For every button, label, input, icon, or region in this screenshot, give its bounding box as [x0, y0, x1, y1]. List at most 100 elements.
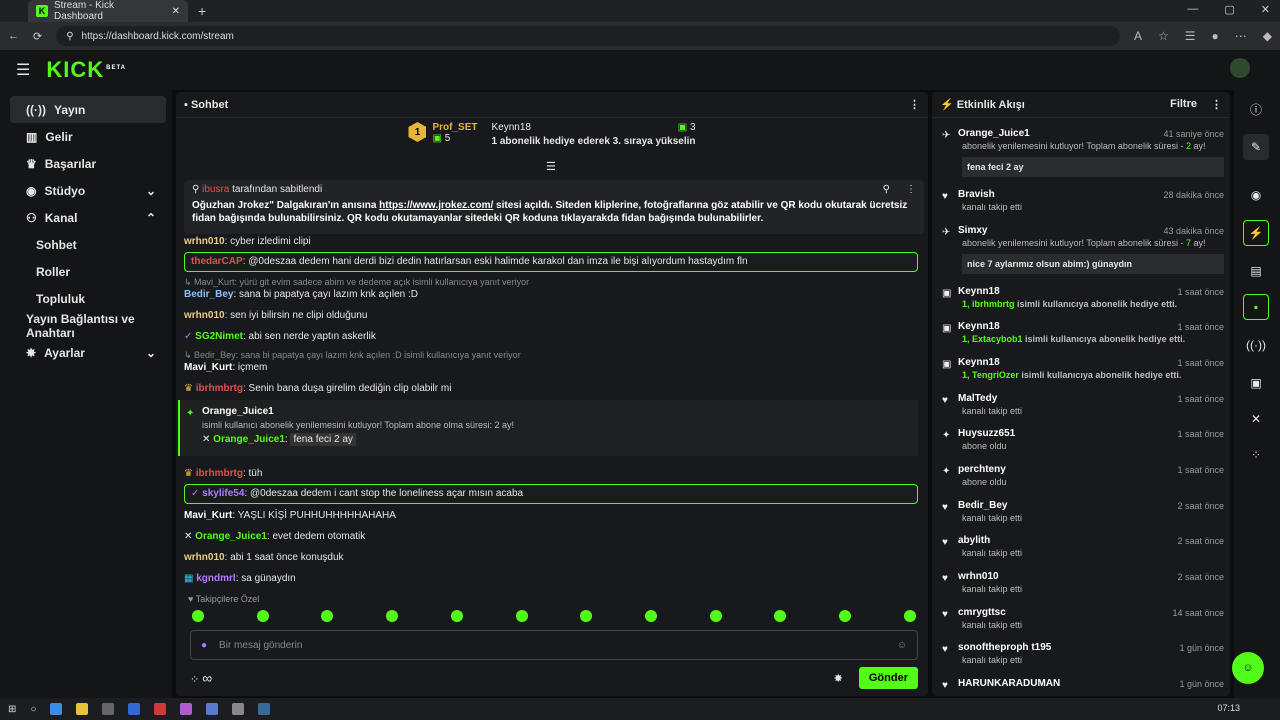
reload-icon[interactable]: ⟳: [33, 30, 42, 43]
chat-message[interactable]: ♛ ibrhmbrtg: tüh: [184, 468, 262, 479]
copilot-icon[interactable]: ◆: [1263, 29, 1272, 43]
sidebar-item-stream-key[interactable]: Yayın Bağlantısı ve Anahtarı: [10, 312, 166, 340]
hamburger-menu-icon[interactable]: ☰: [16, 60, 30, 80]
chat-message[interactable]: Mavi_Kurt: YAŞLI KİŞİ PUHHUHHHHHAHAHA: [184, 510, 396, 521]
activity-item[interactable]: ♥ Bedir_Bey 2 saat önce kanalı takip etti: [938, 500, 1224, 523]
edge-icon[interactable]: [50, 703, 63, 715]
store-icon[interactable]: [102, 703, 115, 715]
chat-settings-icon[interactable]: ✸: [834, 672, 843, 685]
emote-icon[interactable]: [903, 610, 916, 622]
steam-icon[interactable]: [258, 703, 271, 715]
activity-item[interactable]: ♥ wrhn010 2 saat önce kanalı takip etti: [938, 571, 1224, 594]
activity-item[interactable]: ✈ Simxy 43 dakika önce abonelik yenilemesin…: [938, 225, 1224, 274]
camera-icon[interactable]: ◉: [1243, 182, 1269, 208]
kick-logo[interactable]: KICK BETA: [46, 57, 126, 83]
unpin-icon[interactable]: ⚲: [883, 184, 890, 195]
activity-more-icon[interactable]: ⋮: [1211, 98, 1222, 111]
profile-icon[interactable]: ●: [1212, 29, 1219, 43]
emote-icon[interactable]: [580, 610, 593, 622]
outlook-icon[interactable]: [128, 703, 141, 715]
sidebar-item-basarilar[interactable]: ♛ Başarılar: [10, 150, 166, 177]
activity-item[interactable]: ▣ Keynn18 1 saat önce 1, ibrhmbrtg isimli k…: [938, 286, 1224, 309]
address-bar[interactable]: ⚲ https://dashboard.kick.com/stream: [56, 26, 1120, 46]
emote-icon[interactable]: [386, 610, 399, 622]
infinity-icon[interactable]: ∞: [202, 670, 212, 686]
chat-message[interactable]: wrhn010: sen iyi bilirsin ne clipi olduğ…: [184, 310, 367, 321]
sidebar-item-sohbet[interactable]: Sohbet: [10, 231, 166, 258]
sidebar-item-ayarlar[interactable]: ✸ Ayarlar ⌄: [10, 339, 166, 366]
opera-icon[interactable]: [154, 703, 167, 715]
sidebar-item-yayin[interactable]: ((·)) Yayın: [10, 96, 166, 123]
wrench-icon[interactable]: ✕: [1243, 406, 1269, 432]
emote-icon[interactable]: [515, 610, 528, 622]
sidebar-item-gelir[interactable]: ▥ Gelir: [10, 123, 166, 150]
favorite-star-icon[interactable]: ☆: [1158, 29, 1169, 43]
chat-message[interactable]: ▦ kgndmrl: sa günaydın: [184, 573, 296, 584]
collapse-icon[interactable]: ☰: [546, 160, 556, 173]
read-aloud-icon[interactable]: A: [1134, 29, 1142, 43]
microphone-icon[interactable]: ●: [201, 640, 207, 651]
chat-message[interactable]: Mavi_Kurt: içmem: [184, 362, 267, 373]
emote-icon[interactable]: [321, 610, 334, 622]
emote-icon[interactable]: [645, 610, 658, 622]
activity-item[interactable]: ✦ perchteny 1 saat önce abone oldu: [938, 464, 1224, 487]
emote-icon[interactable]: [256, 610, 269, 622]
reply-context[interactable]: ↳ Bedir_Bey: sana bi papatya çayı lazım …: [184, 350, 521, 361]
filter-button[interactable]: Filtre: [1170, 98, 1197, 111]
printer-icon[interactable]: ▣: [1243, 370, 1269, 396]
emote-icon[interactable]: [774, 610, 787, 622]
file-explorer-icon[interactable]: [76, 703, 89, 715]
activity-item[interactable]: ♥ MalTedy 1 saat önce kanalı takip etti: [938, 393, 1224, 416]
windows-start-icon[interactable]: ⊞: [8, 704, 16, 715]
close-window-icon[interactable]: ✕: [1261, 3, 1270, 16]
browser-tab[interactable]: K Stream - Kick Dashboard ✕: [28, 0, 188, 22]
pinned-link[interactable]: https://www.jrokez.com/: [379, 200, 493, 211]
chat-message[interactable]: ✕ Orange_Juice1: evet dedem otomatik: [184, 531, 365, 542]
new-tab-icon[interactable]: +: [198, 3, 206, 19]
chat-message[interactable]: Bedir_Bey: sana bi papatya çayı lazım kn…: [184, 289, 418, 300]
sidebar-item-studyo[interactable]: ◉ Stüdyo ⌄: [10, 177, 166, 204]
broadcast-icon[interactable]: ((·)): [1243, 332, 1269, 358]
close-tab-icon[interactable]: ✕: [172, 6, 180, 17]
app-icon[interactable]: [206, 703, 219, 715]
activity-item[interactable]: ♥ abylith 2 saat önce kanalı takip etti: [938, 535, 1224, 558]
chat-message-highlighted[interactable]: ✓ skylife54: @0deszaa dedem i cant stop …: [184, 484, 918, 504]
back-icon[interactable]: ←: [8, 30, 19, 42]
chat-message[interactable]: ✓ SG2Nimet: abi sen nerde yaptın askerli…: [184, 331, 376, 342]
edit-icon[interactable]: ✎: [1243, 134, 1269, 160]
emote-icon[interactable]: [450, 610, 463, 622]
emote-icon[interactable]: [192, 610, 204, 622]
activity-item[interactable]: ♥ HARUNKARADUMAN 1 gün önce: [938, 678, 1224, 691]
collections-icon[interactable]: ☰: [1185, 29, 1196, 43]
top-gifter-2[interactable]: Keynn18 ▣ 3 1 abonelik hediye ederek 3. s…: [492, 122, 696, 162]
more-menu-icon[interactable]: ⋯: [1235, 29, 1247, 43]
activity-item[interactable]: ▣ Keynn18 1 saat önce 1, TengriOzer isimli …: [938, 357, 1224, 380]
top-gifter-1[interactable]: 1 Prof_SET ▣ 5: [408, 122, 478, 162]
document-icon[interactable]: ▤: [1243, 258, 1269, 284]
sidebar-item-topluluk[interactable]: Topluluk: [10, 285, 166, 312]
info-icon[interactable]: ⓘ: [1243, 96, 1269, 122]
minimize-icon[interactable]: —: [1187, 3, 1198, 16]
chat-message[interactable]: ♛ ibrhmbrtg: Senin bana duşa girelim ded…: [184, 383, 451, 394]
chat-message-highlighted[interactable]: thedarCAP: @0deszaa dedem hani derdi biz…: [184, 252, 918, 272]
reply-context[interactable]: ↳ Mavi_Kurt: yürü git evim sadece abim v…: [184, 277, 529, 288]
chat-message[interactable]: wrhn010: abi 1 saat önce konuşduk: [184, 552, 344, 563]
activity-item[interactable]: ✈ Orange_Juice1 41 saniye önce abonelik yen…: [938, 128, 1224, 177]
send-button[interactable]: Gönder: [858, 667, 918, 689]
chat-input[interactable]: ● Bir mesaj gönderin ☺: [190, 630, 918, 660]
emote-icon[interactable]: [709, 610, 722, 622]
lightning-icon[interactable]: ⚡: [1243, 220, 1269, 246]
copilot-icon[interactable]: [180, 703, 193, 715]
chat-more-icon[interactable]: ⋮: [909, 98, 920, 111]
kick-points-icon[interactable]: ⁘: [190, 674, 199, 686]
emote-icon[interactable]: [839, 610, 852, 622]
activity-item[interactable]: ♥ Bravish 28 dakika önce kanalı takip etti: [938, 189, 1224, 212]
user-avatar[interactable]: [1230, 58, 1250, 78]
activity-item[interactable]: ✦ Huysuzz651 1 saat önce abone oldu: [938, 428, 1224, 451]
kick-points-icon[interactable]: ⁘: [1243, 442, 1269, 468]
activity-item[interactable]: ♥ sonoftheproph t195 1 gün önce kanalı taki…: [938, 642, 1224, 665]
emoji-icon[interactable]: ☺: [897, 640, 907, 651]
activity-item[interactable]: ▣ Keynn18 1 saat önce 1, Extacybob1 isimli …: [938, 321, 1224, 344]
pinned-more-icon[interactable]: ⋮: [906, 184, 916, 195]
sidebar-item-kanal[interactable]: ⚇ Kanal ⌃: [10, 204, 166, 231]
